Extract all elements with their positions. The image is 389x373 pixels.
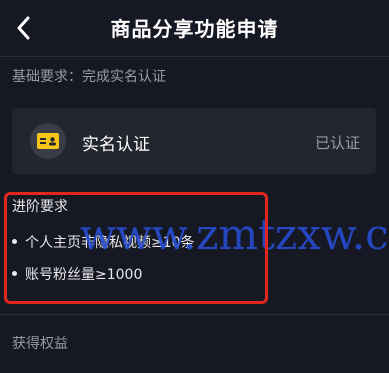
requirement-item: 账号粉丝量≥1000: [12, 264, 142, 284]
advanced-requirements-title: 进阶要求: [12, 199, 68, 215]
id-card-icon-wrap: [30, 123, 66, 159]
id-card-icon: [37, 133, 59, 149]
benefits-title: 获得权益: [12, 336, 68, 352]
verification-label: 实名认证: [82, 135, 150, 155]
requirement-text: 账号粉丝量≥1000: [25, 267, 143, 283]
advanced-requirements: 进阶要求 个人主页非隐私视频≥10条 账号粉丝量≥1000: [0, 190, 389, 300]
basic-requirement-label: 基础要求：完成实名认证: [12, 69, 166, 85]
bullet-dot: [12, 270, 17, 276]
page: 商品分享功能申请 基础要求：完成实名认证 实名认证 已认证 进阶要求 个人主页非…: [0, 0, 389, 373]
header-divider: [0, 56, 389, 57]
section-divider: [0, 314, 389, 315]
header: 商品分享功能申请: [0, 0, 389, 56]
bullet-dot: [12, 238, 17, 244]
verification-status: 已认证: [314, 134, 360, 152]
page-title: 商品分享功能申请: [110, 17, 279, 41]
requirement-item: 个人主页非隐私视频≥10条: [12, 232, 195, 252]
real-name-verification-card[interactable]: 实名认证 已认证: [12, 108, 376, 174]
requirement-text: 个人主页非隐私视频≥10条: [25, 235, 195, 251]
